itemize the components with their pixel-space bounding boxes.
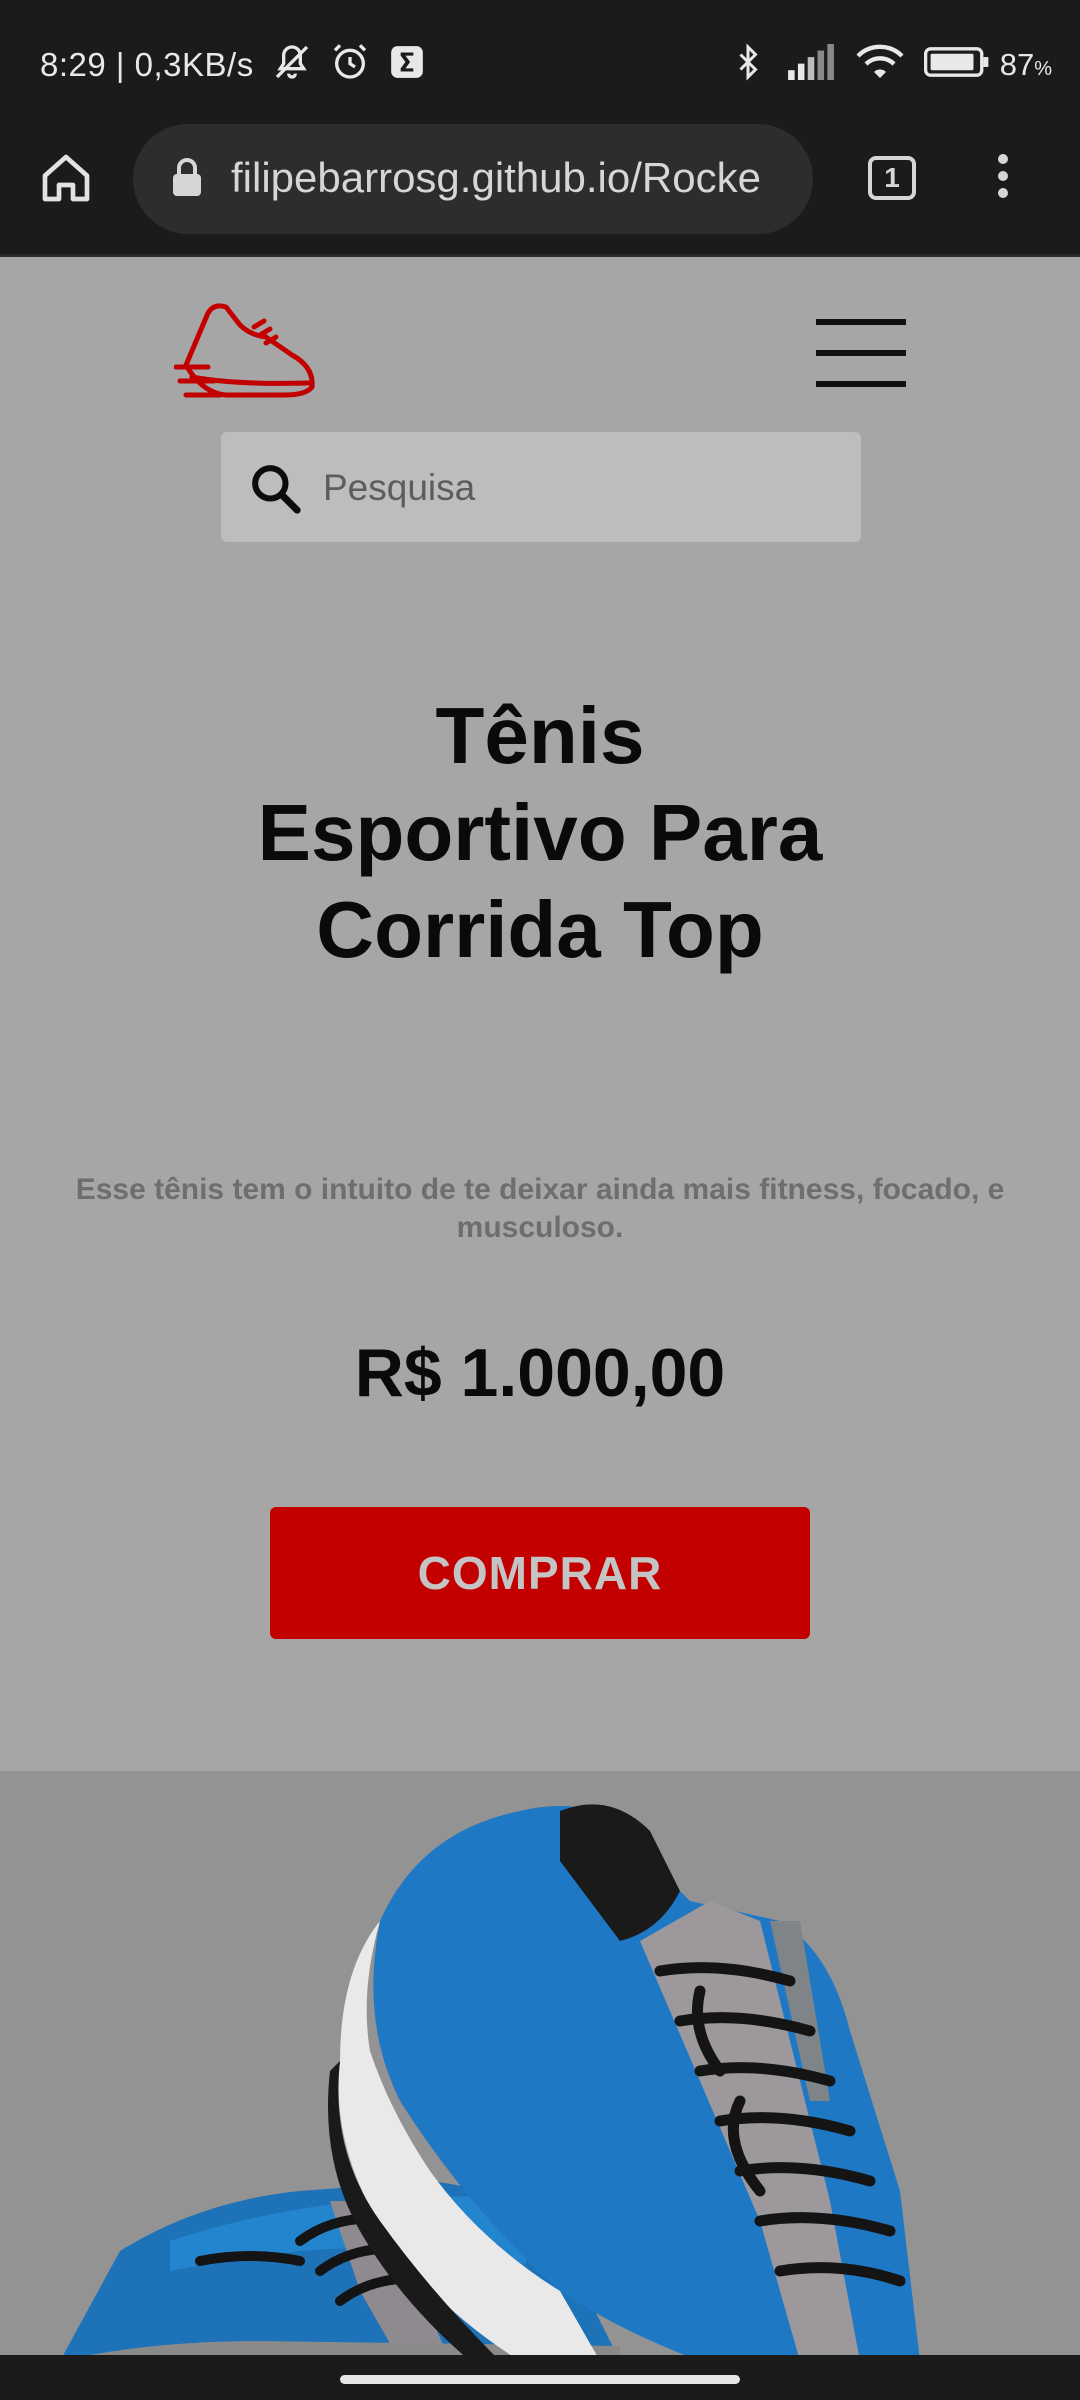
url-text[interactable]: filipebarrosg.github.io/Rocke [231,154,791,202]
product-title: Tênis Esportivo Para Corrida Top [257,691,823,974]
status-bar: 8:29 | 0,3KB/s 87% [0,0,1080,124]
battery-percent: 87% [999,46,1052,82]
battery-icon [923,45,990,84]
browser-toolbar: filipebarrosg.github.io/Rocke 1 [0,124,1080,257]
product-description: Esse tênis tem o intuito de te deixar ai… [75,1173,1005,1244]
search-input[interactable] [321,460,825,516]
tab-count: 1 [884,162,900,193]
product-image-section [0,1771,1080,2355]
status-left: 8:29 | 0,3KB/s [40,42,426,87]
wifi-icon [856,43,904,86]
mute-icon [272,42,312,87]
more-vert-icon[interactable] [994,154,1012,208]
sneaker-image [63,1804,920,2355]
tabs-button[interactable]: 1 [868,156,916,200]
sigma-app-icon [388,43,426,86]
search-icon[interactable] [247,460,303,521]
search-box[interactable] [221,432,861,542]
running-shoe-logo[interactable] [173,297,320,403]
web-page: Tênis Esportivo Para Corrida Top Esse tê… [0,257,1080,2355]
address-bar[interactable]: filipebarrosg.github.io/Rocke [133,124,813,234]
signal-icon [786,44,836,85]
lock-icon[interactable] [171,158,203,203]
alarm-icon [330,42,370,87]
home-icon [42,154,90,202]
buy-button[interactable]: COMPRAR [270,1507,810,1639]
gesture-handle[interactable] [340,2375,740,2384]
status-right: 87% [710,42,1052,87]
bluetooth-icon [730,42,766,87]
navigation-bar [0,2355,1080,2400]
product-price: R$ 1.000,00 [354,1335,726,1411]
home-button[interactable] [38,150,94,206]
hamburger-menu-icon[interactable] [816,319,906,391]
status-time: 8:29 | 0,3KB/s [40,45,254,83]
